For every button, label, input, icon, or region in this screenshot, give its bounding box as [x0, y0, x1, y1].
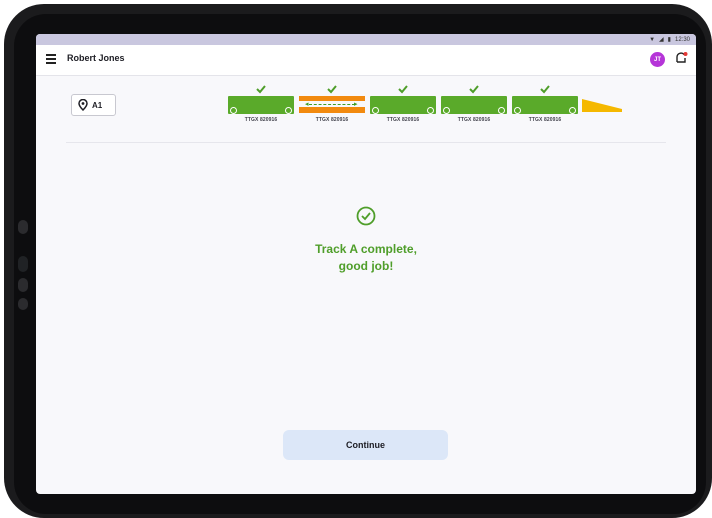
- side-button: [18, 256, 28, 272]
- check-icon: [469, 85, 479, 94]
- check-icon: [398, 85, 408, 94]
- car-label: TTGX 820916: [528, 117, 562, 123]
- status-icons: ▼ ◢ ▮ 12:30: [649, 34, 690, 45]
- check-icon: [540, 85, 550, 94]
- app-bar: Robert Jones JT: [36, 45, 696, 76]
- app-screen: ▼ ◢ ▮ 12:30 Robert Jones JT A1 TTGX 8209…: [36, 34, 696, 494]
- train-diagram: TTGX 820916 ◂ ▸ TTGX 820916 TTGX 820916 T…: [226, 84, 626, 132]
- continue-button[interactable]: Continue: [283, 430, 448, 460]
- hamburger-menu-icon[interactable]: [46, 54, 56, 64]
- battery-icon: ▮: [667, 37, 671, 43]
- completion-line-1: Track A complete,: [315, 242, 417, 256]
- check-icon: [327, 85, 337, 94]
- locomotive-icon: [582, 99, 622, 112]
- location-pin-icon: [78, 99, 88, 111]
- check-icon: [256, 85, 266, 94]
- side-button: [18, 278, 28, 292]
- side-button: [18, 298, 28, 310]
- rail-car-selected[interactable]: ◂ ▸ TTGX 820916: [299, 85, 365, 123]
- location-selector[interactable]: A1: [71, 94, 116, 116]
- signal-icon: ◢: [659, 37, 664, 43]
- rail-car[interactable]: TTGX 820916: [512, 85, 578, 123]
- car-label: TTGX 820916: [457, 117, 491, 123]
- user-name: Robert Jones: [67, 53, 125, 63]
- status-bar: ▼ ◢ ▮ 12:30: [36, 34, 696, 45]
- car-label: TTGX 820916: [315, 117, 349, 123]
- rail-car[interactable]: TTGX 820916: [370, 85, 436, 123]
- status-time: 12:30: [674, 36, 690, 43]
- avatar[interactable]: JT: [650, 52, 665, 67]
- wifi-icon: ▼: [649, 36, 656, 43]
- notification-icon[interactable]: [674, 51, 688, 67]
- check-circle-icon: [356, 206, 376, 226]
- rail-car[interactable]: TTGX 820916: [228, 85, 294, 123]
- car-label: TTGX 820916: [386, 117, 420, 123]
- divider: [66, 142, 666, 143]
- completion-message: Track A complete, good job!: [266, 241, 466, 275]
- completion-line-2: good job!: [338, 259, 394, 273]
- camera-dot: [18, 220, 28, 234]
- car-label: TTGX 820916: [244, 117, 278, 123]
- rail-car[interactable]: TTGX 820916: [441, 85, 507, 123]
- location-label: A1: [92, 100, 103, 110]
